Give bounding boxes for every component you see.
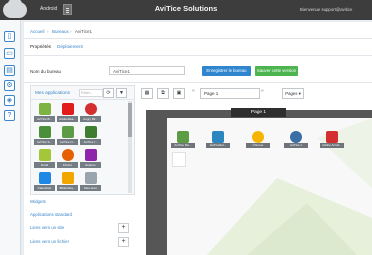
apps-header: Mes applications Filtrer... ⟳ ▼ [31,86,134,100]
app-tile[interactable]: Angry Bir... [80,102,101,123]
add-file-link-button[interactable]: + [118,237,129,247]
image-icon[interactable]: ▣ [173,88,185,99]
folder-icon [85,172,97,184]
app-tile[interactable]: Bibliothèq... [57,171,78,192]
apps-grid: AviTice B... AdobeRea... Angry Bir... Av… [34,102,126,192]
app-tile[interactable]: AdobeRea... [57,102,78,123]
monitor-icon[interactable]: ▭ [4,48,15,59]
breadcrumb: Accueil › Bureaux › AviTice1 [24,23,372,39]
desktop-app[interactable]: Adobe Acrob... [320,131,344,148]
graduate-icon [39,103,51,115]
page-tab[interactable]: Page 1 [231,108,286,117]
globe-icon [290,131,302,143]
tab-bar: Propriétés Déploiement [24,38,372,56]
prev-page-button[interactable]: « [192,88,195,94]
save-desktop-button[interactable]: Enregistrer le bureau [202,66,251,76]
desktop-app-label: Adobe Acrob... [320,143,344,148]
apps-scrollbar[interactable] [128,101,132,193]
welcome-text: Bienvenue support@avitice [300,7,353,12]
save-version-button[interactable]: Sauver cette version [255,66,298,76]
app-tile[interactable]: Explore [80,148,101,169]
apps-filter-input[interactable]: Filtrer... [79,89,103,97]
app-tile[interactable]: AviTice S... [34,125,55,146]
name-input[interactable]: AviTice1 [109,66,185,75]
app-tile[interactable]: Firefox [57,148,78,169]
app-tile[interactable]: AviTice B... [34,102,55,123]
desktop-app[interactable]: AviTice Mo... [171,131,195,148]
breadcrumb-section[interactable]: Bureaux [52,29,69,34]
desktop-app[interactable]: AviTiceSol... [206,131,230,148]
app-label: Droid [34,162,55,168]
app-label: AdobeRea... [57,116,78,122]
tab-deployment[interactable]: Déploiement [57,44,83,49]
name-label: Nom du bureau [30,69,62,74]
settings-icon[interactable]: ⚙ [4,80,15,91]
app-tile[interactable]: Mes docs [80,171,101,192]
android-icon [39,149,51,161]
add-site-link-button[interactable]: + [118,223,129,233]
app-label: Angry Bir... [80,116,101,122]
tab-properties[interactable]: Propriétés [30,44,51,49]
desktop-app-label: AviTice Mo... [171,143,195,148]
desktop-app[interactable]: AviTice 1 [284,131,308,148]
shield-icon[interactable]: ◈ [4,95,15,106]
app-tile[interactable]: Droid [34,148,55,169]
firefox-icon [62,149,74,161]
scroll-thumb[interactable] [128,103,132,137]
apps-panel: Mes applications Filtrer... ⟳ ▼ AviTice … [30,85,135,195]
app-label: AviTice N... [57,139,78,145]
calendar-icon [39,172,51,184]
breadcrumb-separator: › [70,29,72,34]
desktop-app-label: AviTice 1 [284,143,308,148]
app-label: Bibliothèq... [57,185,78,191]
desktop-app[interactable]: Chrome [246,131,270,148]
map-icon [212,131,224,143]
pdf-icon [62,103,74,115]
tablet-icon[interactable]: ▯ [4,31,15,42]
graduate-icon [85,126,97,138]
app-tile[interactable]: AviTice N... [57,125,78,146]
app-label: AviTice S... [34,139,55,145]
workspace-toolbar: ▦ ⧉ ▣ « Page 1 » Pages ▾ [137,85,372,102]
desktop-app-label: AviTiceSol... [206,143,230,148]
help-icon[interactable]: ? [4,110,15,121]
filter-icon[interactable]: ▼ [116,88,127,98]
pages-menu-button[interactable]: Pages ▾ [282,88,304,99]
grid-view-icon[interactable]: ▦ [141,88,153,99]
app-label: AviTice I... [80,139,101,145]
app-label: Firefox [57,162,78,168]
graduate-icon [62,126,74,138]
name-row: Nom du bureau AviTice1 ✕ Enregistrer le … [24,60,372,83]
books-icon [62,172,74,184]
breadcrumb-separator: › [47,29,49,34]
pdf-icon [326,131,338,143]
apps-title: Mes applications [35,90,70,95]
top-bar: Android AviTice Solutions Bienvenue supp… [0,0,372,20]
standard-apps-section[interactable]: Applications standard [30,212,133,217]
graduate-icon [39,126,51,138]
app-label: AviTice B... [34,116,55,122]
desktop-app-label: Chrome [246,143,270,148]
breadcrumb-home[interactable]: Accueil [30,29,45,34]
refresh-icon[interactable]: ⟳ [103,88,114,98]
circle-icon [85,149,97,161]
app-label: Calendrier [34,185,55,191]
app-tile[interactable]: AviTice I... [80,125,101,146]
copy-icon[interactable]: ⧉ [157,88,169,99]
breadcrumb-current: AviTice1 [75,29,93,34]
app-label: Explore [80,162,101,168]
app-tile[interactable]: Calendrier [34,171,55,192]
graduate-icon [177,131,189,143]
app-label: Mes docs [80,185,101,191]
next-page-button[interactable]: » [261,88,264,94]
widgets-section[interactable]: Widgets [30,199,133,204]
left-sidebar: ▯ ▭ ▤ ⚙ ◈ ? [0,20,21,255]
desktop-icon[interactable]: ▤ [4,65,15,76]
bird-icon [85,103,97,115]
chrome-icon [252,131,264,143]
empty-slot[interactable] [172,152,186,167]
page-select[interactable]: Page 1 [200,88,260,99]
